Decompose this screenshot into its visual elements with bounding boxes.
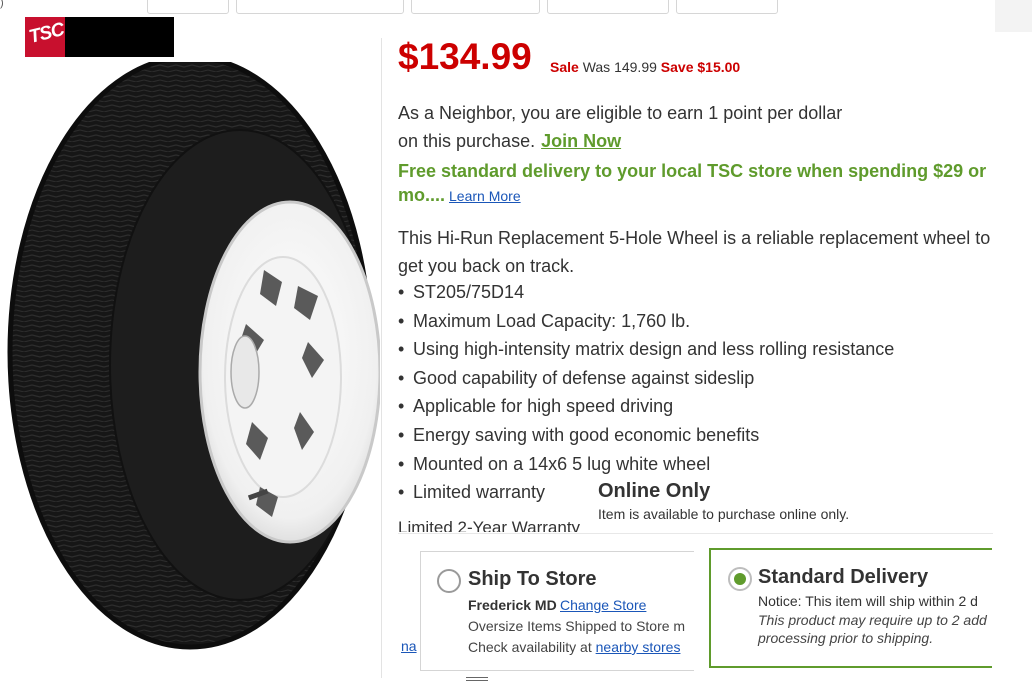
rewards-line-2: on this purchase. (398, 131, 536, 151)
feature-item: Energy saving with good economic benefit… (398, 421, 894, 450)
feature-item: ST205/75D14 (398, 278, 894, 307)
free-delivery-promo: Free standard delivery to your local TSC… (398, 159, 988, 208)
top-tab-2[interactable] (236, 0, 404, 14)
feature-item: Using high-intensity matrix design and l… (398, 335, 894, 364)
feature-item: Maximum Load Capacity: 1,760 lb. (398, 307, 894, 336)
top-tab-1[interactable] (147, 0, 229, 14)
standard-delivery-option[interactable]: Standard Delivery Notice: This item will… (709, 548, 992, 668)
price-meta: Sale Was 149.99 Save $15.00 (550, 59, 740, 75)
feature-item: Applicable for high speed driving (398, 392, 894, 421)
online-only-note: Item is available to purchase online onl… (598, 506, 850, 522)
rewards-line-1: As a Neighbor, you are eligible to earn … (398, 103, 843, 123)
top-tab-5[interactable] (676, 0, 778, 14)
product-image-tire[interactable] (0, 54, 382, 662)
feature-list: ST205/75D14 Maximum Load Capacity: 1,760… (398, 278, 894, 507)
rewards-message: As a Neighbor, you are eligible to earn … (398, 99, 842, 155)
nearby-stores-link[interactable]: nearby stores (596, 639, 681, 655)
standard-delivery-title: Standard Delivery (758, 566, 929, 588)
top-tab-4[interactable] (547, 0, 669, 14)
online-only-title: Online Only (598, 480, 711, 502)
logo-badge: TSC (25, 17, 65, 57)
ship-to-store-option[interactable]: Ship To Store Frederick MD Change Store … (420, 551, 694, 671)
join-now-link[interactable]: Join Now (541, 131, 621, 151)
was-price: Was 149.99 (582, 59, 657, 75)
top-tab-strip: ) (0, 0, 1032, 14)
white-wheel (198, 200, 382, 544)
rewards-line-2-wrap: on this purchase. Join Now (398, 127, 842, 155)
warranty-partial-text: Limited 2-Year Warranty (398, 518, 581, 532)
feature-item: Mounted on a 14x6 5 lug white wheel (398, 450, 894, 479)
learn-more-link[interactable]: Learn More (449, 188, 521, 204)
savings-amount: Save $15.00 (660, 59, 741, 75)
sale-label: Sale (550, 59, 579, 75)
left-edge-link-fragment[interactable]: na (401, 638, 417, 654)
bottom-edge-fragment (466, 677, 488, 681)
section-edge (398, 533, 993, 534)
ship-to-store-radio[interactable] (437, 569, 461, 593)
product-price: $134.99 (398, 36, 532, 77)
delivery-processing-note: This product may require up to 2 add pro… (758, 612, 987, 646)
selected-store-name: Frederick MD (468, 597, 557, 613)
delivery-notice: Notice: This item will ship within 2 d (758, 593, 978, 609)
tab-fragment-text: ) (0, 0, 4, 9)
column-divider (381, 38, 382, 678)
availability-prefix: Check availability at (468, 639, 596, 655)
radio-selected-dot (734, 573, 746, 585)
top-tab-3[interactable] (411, 0, 540, 14)
logo-text: TSC (26, 19, 65, 48)
change-store-link[interactable]: Change Store (560, 597, 646, 613)
tsc-logo[interactable]: TSC (25, 17, 174, 57)
right-shadow (995, 0, 1032, 32)
standard-delivery-radio[interactable] (728, 567, 752, 591)
oversize-note: Oversize Items Shipped to Store m (468, 618, 686, 634)
ship-to-store-title: Ship To Store (468, 568, 597, 590)
availability-line: Check availability at nearby stores (468, 639, 680, 655)
feature-item: Good capability of defense against sides… (398, 364, 894, 393)
product-description: This Hi-Run Replacement 5-Hole Wheel is … (398, 228, 991, 276)
